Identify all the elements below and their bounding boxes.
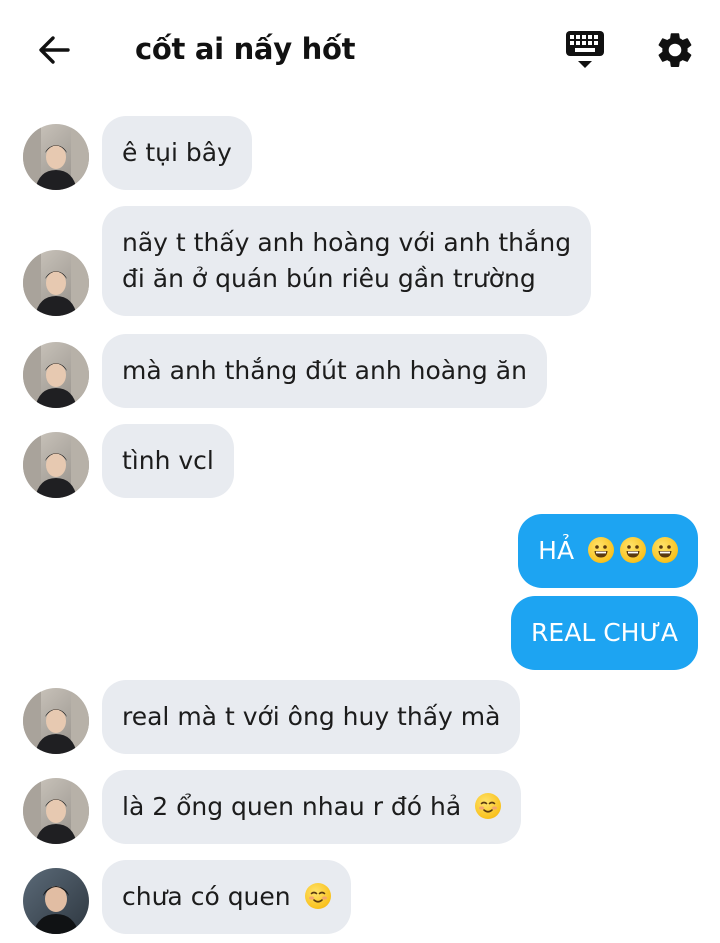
message-bubble-outgoing[interactable]: REAL CHƯA: [511, 596, 698, 670]
avatar[interactable]: [23, 778, 89, 844]
message-bubble[interactable]: chưa có quen: [102, 860, 351, 934]
message-text-line: nãy t thấy anh hoàng với anh thắng: [122, 228, 572, 257]
chat-header: cốt ai nấy hốt: [0, 0, 720, 100]
message-text: HẢ: [538, 536, 575, 565]
grinning-face-emoji-icon: [620, 537, 646, 563]
smiling-face-emoji-icon: [475, 793, 502, 819]
avatar[interactable]: [23, 342, 89, 408]
message-bubble[interactable]: là 2 ổng quen nhau r đó hả: [102, 770, 522, 844]
message-text: là 2 ổng quen nhau r đó hả: [122, 792, 462, 821]
message-text: tình vcl: [122, 446, 214, 475]
keyboard-icon: [566, 31, 604, 68]
message-bubble[interactable]: tình vcl: [102, 424, 234, 498]
avatar[interactable]: [23, 868, 89, 934]
message-text: real mà t với ông huy thấy mà: [122, 702, 501, 731]
back-button[interactable]: [34, 30, 74, 70]
message-bubble[interactable]: ê tụi bây: [102, 116, 252, 190]
message-bubble[interactable]: mà anh thắng đút anh hoàng ăn: [102, 334, 547, 408]
settings-gear-icon: [658, 33, 692, 67]
avatar[interactable]: [23, 124, 89, 190]
message-text: REAL CHƯA: [531, 618, 678, 647]
chat-title: cốt ai nấy hốt: [135, 32, 356, 66]
avatar[interactable]: [23, 250, 89, 316]
message-text: mà anh thắng đút anh hoàng ăn: [122, 356, 527, 385]
grinning-face-emoji-icon: [652, 537, 678, 563]
message-bubble[interactable]: nãy t thấy anh hoàng với anh thắng đi ăn…: [102, 206, 592, 316]
message-text-line: đi ăn ở quán bún riêu gần trường: [122, 264, 536, 293]
smiling-face-emoji-icon: [304, 883, 331, 909]
message-text: ê tụi bây: [122, 138, 232, 167]
avatar[interactable]: [23, 688, 89, 754]
keyboard-button[interactable]: [563, 28, 607, 72]
grinning-face-emoji-icon: [588, 537, 614, 563]
avatar[interactable]: [23, 432, 89, 498]
message-bubble-outgoing[interactable]: HẢ: [518, 514, 698, 588]
message-bubble[interactable]: real mà t với ông huy thấy mà: [102, 680, 521, 754]
message-text: chưa có quen: [122, 882, 291, 911]
settings-button[interactable]: [654, 29, 696, 71]
back-arrow-icon: [39, 36, 70, 64]
